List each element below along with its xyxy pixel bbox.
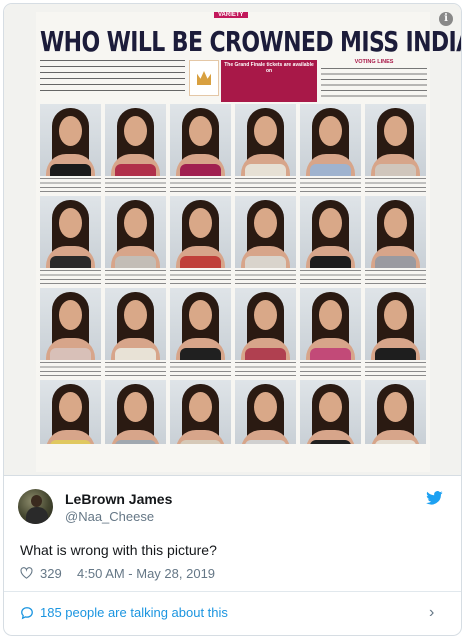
contestant-photo xyxy=(40,380,101,444)
voting-title: VOTING LINES xyxy=(354,59,394,65)
divider xyxy=(4,591,461,592)
contestant-photo xyxy=(235,104,296,176)
tweet-media-image[interactable]: i VARIETY WHO WILL BE CROWNED MISS INDIA… xyxy=(4,4,461,476)
contestant-card xyxy=(170,196,231,286)
contestant-photo xyxy=(105,288,166,360)
contestant-photo xyxy=(300,288,361,360)
contestant-card xyxy=(365,104,426,194)
heart-icon[interactable] xyxy=(20,567,33,579)
tweet-card[interactable]: i VARIETY WHO WILL BE CROWNED MISS INDIA… xyxy=(3,3,462,636)
contestant-card xyxy=(105,288,166,378)
like-count[interactable]: 329 xyxy=(40,566,62,581)
miss-india-logo xyxy=(189,60,219,96)
contestant-caption xyxy=(300,362,361,376)
newspaper-page: VARIETY WHO WILL BE CROWNED MISS INDIA T… xyxy=(36,12,461,472)
chevron-right-icon[interactable]: › xyxy=(429,604,434,622)
contestant-caption xyxy=(170,362,231,376)
contestant-card xyxy=(40,380,101,470)
contestant-photo xyxy=(105,104,166,176)
avatar[interactable] xyxy=(18,489,53,524)
contestant-card xyxy=(365,288,426,378)
contestant-card xyxy=(105,380,166,470)
contestant-photo xyxy=(365,288,426,360)
info-icon[interactable]: i xyxy=(439,12,453,26)
contestant-caption xyxy=(40,270,101,284)
contestant-caption xyxy=(365,362,426,376)
contestant-photo xyxy=(300,104,361,176)
conversation-count[interactable]: 185 people are talking about this xyxy=(40,605,228,620)
tickets-promo-box: The Grand Finale tickets are available o… xyxy=(221,60,317,102)
contestant-photo xyxy=(170,288,231,360)
contestant-caption xyxy=(365,178,426,192)
contestant-card xyxy=(300,196,361,286)
contestant-photo xyxy=(105,196,166,268)
contestant-card xyxy=(170,104,231,194)
contestant-caption xyxy=(105,270,166,284)
contestant-caption xyxy=(300,178,361,192)
contestant-photo xyxy=(105,380,166,444)
tweet-text: What is wrong with this picture? xyxy=(20,542,217,558)
contestant-photo xyxy=(235,196,296,268)
contestant-photo xyxy=(40,104,101,176)
contestant-caption xyxy=(235,362,296,376)
contestant-photo xyxy=(300,196,361,268)
contestant-photo xyxy=(170,196,231,268)
tweet-timestamp[interactable]: 4:50 AM - May 28, 2019 xyxy=(77,566,215,581)
contestant-caption xyxy=(40,178,101,192)
contestant-card xyxy=(365,380,426,470)
contestant-photo xyxy=(170,380,231,444)
contestant-photo xyxy=(235,288,296,360)
contestant-photo xyxy=(365,104,426,176)
contestant-caption xyxy=(170,270,231,284)
contestant-card xyxy=(105,196,166,286)
contestant-caption xyxy=(235,178,296,192)
contestant-grid xyxy=(40,104,428,472)
twitter-bird-icon[interactable] xyxy=(426,491,443,505)
contestant-caption xyxy=(235,270,296,284)
contestant-card xyxy=(105,104,166,194)
contestant-photo xyxy=(170,104,231,176)
contestant-card xyxy=(40,288,101,378)
contestant-photo xyxy=(300,380,361,444)
promo-title: The Grand Finale tickets are available o… xyxy=(224,62,314,74)
section-label: VARIETY xyxy=(214,12,248,18)
newspaper-headline: WHO WILL BE CROWNED MISS INDIA THIS YEAR… xyxy=(40,27,461,59)
contestant-caption xyxy=(40,362,101,376)
contestant-caption xyxy=(105,178,166,192)
contestant-card xyxy=(235,288,296,378)
newspaper-masthead: VARIETY xyxy=(36,12,430,20)
crown-icon xyxy=(197,71,211,85)
contestant-photo xyxy=(40,196,101,268)
contestant-photo xyxy=(40,288,101,360)
contestant-photo xyxy=(365,380,426,444)
contestant-card xyxy=(365,196,426,286)
contestant-card xyxy=(300,380,361,470)
contestant-caption xyxy=(365,270,426,284)
contestant-caption xyxy=(105,362,166,376)
contestant-card xyxy=(170,380,231,470)
contestant-card xyxy=(40,104,101,194)
contestant-card xyxy=(40,196,101,286)
contestant-card xyxy=(300,288,361,378)
author-handle[interactable]: @Naa_Cheese xyxy=(65,509,154,524)
newspaper-intro-text xyxy=(40,60,185,96)
speech-bubble-icon xyxy=(21,607,33,620)
contestant-card xyxy=(235,196,296,286)
contestant-card xyxy=(300,104,361,194)
contestant-card xyxy=(170,288,231,378)
contestant-card xyxy=(235,104,296,194)
contestant-caption xyxy=(300,270,361,284)
voting-info-box: VOTING LINES xyxy=(321,59,427,102)
contestant-card xyxy=(235,380,296,470)
contestant-caption xyxy=(170,178,231,192)
author-name[interactable]: LeBrown James xyxy=(65,491,172,507)
contestant-photo xyxy=(365,196,426,268)
contestant-photo xyxy=(235,380,296,444)
